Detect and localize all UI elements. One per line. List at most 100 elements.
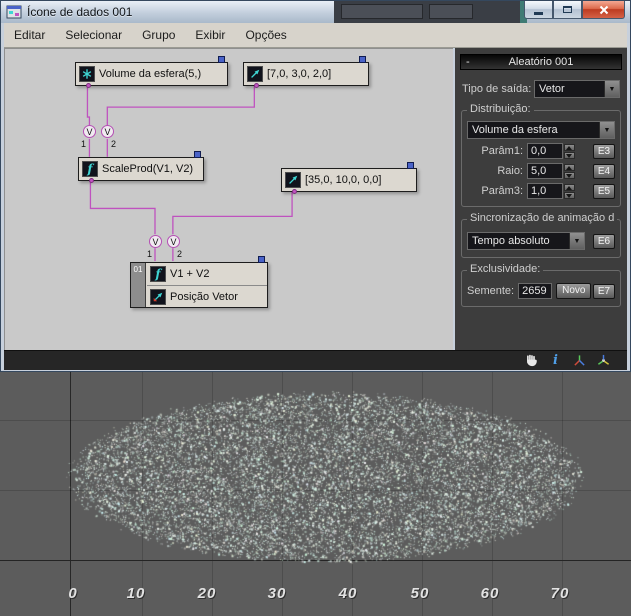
axis-label: 40 (339, 585, 358, 602)
menu-bar: Editar Selecionar Grupo Exibir Opções (4, 23, 627, 48)
operator-row-function[interactable]: f V1 + V2 (147, 263, 267, 285)
chevron-down-icon: ▼ (599, 122, 614, 138)
chevron-down-icon: ▼ (604, 81, 619, 97)
input-socket[interactable] (218, 56, 225, 63)
e3-expose-button[interactable]: E3 (593, 144, 615, 159)
e7-expose-button[interactable]: E7 (593, 284, 615, 299)
input-socket[interactable] (258, 256, 265, 263)
seed-input[interactable]: 2659 (518, 283, 552, 299)
axis-label: 20 (198, 585, 217, 602)
position-vector-icon (150, 289, 166, 305)
node-sphere-volume[interactable]: Volume da esfera(5,) (75, 62, 228, 86)
input-socket[interactable] (407, 162, 414, 169)
param1-spinner[interactable] (564, 144, 575, 159)
uniqueness-group: Exclusividade: Semente: 2659 Novo E7 (461, 270, 621, 307)
v-connector[interactable]: V (149, 235, 162, 248)
animation-sync-group: Sincronização de animação d Tempo absolu… (461, 219, 621, 258)
animation-sync-group-label: Sincronização de animação d (467, 212, 617, 224)
input-socket[interactable] (359, 56, 366, 63)
v-connector[interactable]: V (167, 235, 180, 248)
spinner-up-icon[interactable] (564, 184, 575, 191)
menu-item-opcoes[interactable]: Opções (235, 25, 296, 45)
menu-item-exibir[interactable]: Exibir (185, 25, 235, 45)
window-title: Ícone de dados 001 (27, 5, 132, 19)
axis-label: 10 (127, 585, 146, 602)
axis-constraint-icon[interactable] (572, 353, 587, 368)
output-socket[interactable] (86, 83, 91, 88)
v-connector-label: V (170, 237, 176, 247)
output-socket[interactable] (89, 178, 94, 183)
seed-label: Semente: (467, 285, 514, 297)
spinner-down-icon[interactable] (564, 172, 575, 179)
output-socket[interactable] (254, 83, 259, 88)
radius-input[interactable]: 5,0 (527, 163, 563, 179)
param3-spinner[interactable] (564, 184, 575, 199)
viewport[interactable]: 0 10 20 30 40 50 60 70 (0, 372, 631, 616)
axis-label: 30 (268, 585, 287, 602)
caption-buttons (524, 1, 625, 19)
vector-icon (285, 172, 301, 188)
rollout-header[interactable]: - Aleatório 001 (460, 54, 622, 70)
v-connector[interactable]: V (101, 125, 114, 138)
param1-label: Parâm1: (467, 145, 523, 157)
port-number: 1 (81, 139, 86, 149)
spinner-up-icon[interactable] (564, 164, 575, 171)
operator-row-position[interactable]: Posição Vetor (147, 285, 267, 307)
output-type-value: Vetor (535, 81, 604, 97)
data-icon-window: Ícone de dados 001 Editar Selecionar Gru… (0, 0, 631, 372)
random-icon (79, 66, 95, 82)
status-bar: i (4, 350, 627, 370)
v-connector-label: V (152, 237, 158, 247)
function-icon: f (150, 266, 166, 282)
new-seed-button[interactable]: Novo (556, 283, 591, 299)
collapse-icon[interactable]: - (466, 55, 470, 70)
vector-icon (247, 66, 263, 82)
node-output-operator[interactable]: 01 f V1 + V2 Posição Vetor (130, 262, 268, 308)
particle-cloud (0, 372, 631, 616)
app-icon (6, 4, 22, 20)
node-scaleprod[interactable]: f ScaleProd(V1, V2) (78, 157, 204, 181)
axis-label: 0 (68, 585, 77, 602)
distribution-value: Volume da esfera (468, 122, 599, 138)
radius-spinner[interactable] (564, 164, 575, 179)
node-vector-1[interactable]: [7,0, 3,0, 2,0] (243, 62, 369, 86)
spinner-down-icon[interactable] (564, 192, 575, 199)
param3-input[interactable]: 1,0 (527, 183, 563, 199)
minimize-icon (534, 12, 543, 15)
input-socket[interactable] (194, 151, 201, 158)
axis-label: 50 (411, 585, 430, 602)
port-number: 2 (111, 139, 116, 149)
minimize-button[interactable] (524, 1, 553, 19)
node-label: Volume da esfera(5,) (99, 68, 201, 80)
param1-input[interactable]: 0,0 (527, 143, 563, 159)
output-type-dropdown[interactable]: Vetor ▼ (534, 80, 620, 98)
menu-item-editar[interactable]: Editar (4, 25, 55, 45)
node-label: Posição Vetor (170, 291, 238, 303)
uniqueness-group-label: Exclusividade: (467, 263, 543, 275)
pan-tool-icon[interactable] (524, 353, 539, 368)
e6-expose-button[interactable]: E6 (593, 234, 615, 249)
parameter-panel: - Aleatório 001 Tipo de saída: Vetor ▼ D… (455, 48, 627, 350)
animation-sync-dropdown[interactable]: Tempo absoluto ▼ (467, 232, 585, 250)
chevron-down-icon: ▼ (569, 233, 584, 249)
close-icon (599, 5, 609, 15)
distribution-dropdown[interactable]: Volume da esfera ▼ (467, 121, 615, 139)
e4-expose-button[interactable]: E4 (593, 164, 615, 179)
node-editor-canvas[interactable]: Volume da esfera(5,) [7,0, 3,0, 2,0] V V… (4, 48, 453, 350)
spinner-up-icon[interactable] (564, 144, 575, 151)
close-button[interactable] (582, 1, 625, 19)
node-vector-2[interactable]: [35,0, 10,0, 0,0] (281, 168, 417, 192)
menu-item-grupo[interactable]: Grupo (132, 25, 185, 45)
titlebar[interactable]: Ícone de dados 001 (1, 1, 630, 23)
spinner-down-icon[interactable] (564, 152, 575, 159)
world-axis-icon[interactable] (596, 353, 611, 368)
node-label: ScaleProd(V1, V2) (102, 163, 193, 175)
output-socket[interactable] (292, 189, 297, 194)
maximize-button[interactable] (553, 1, 582, 19)
menu-item-selecionar[interactable]: Selecionar (55, 25, 132, 45)
animation-sync-value: Tempo absoluto (468, 233, 569, 249)
v-connector[interactable]: V (83, 125, 96, 138)
background-button (429, 4, 473, 19)
info-icon[interactable]: i (548, 353, 563, 368)
e5-expose-button[interactable]: E5 (593, 184, 615, 199)
